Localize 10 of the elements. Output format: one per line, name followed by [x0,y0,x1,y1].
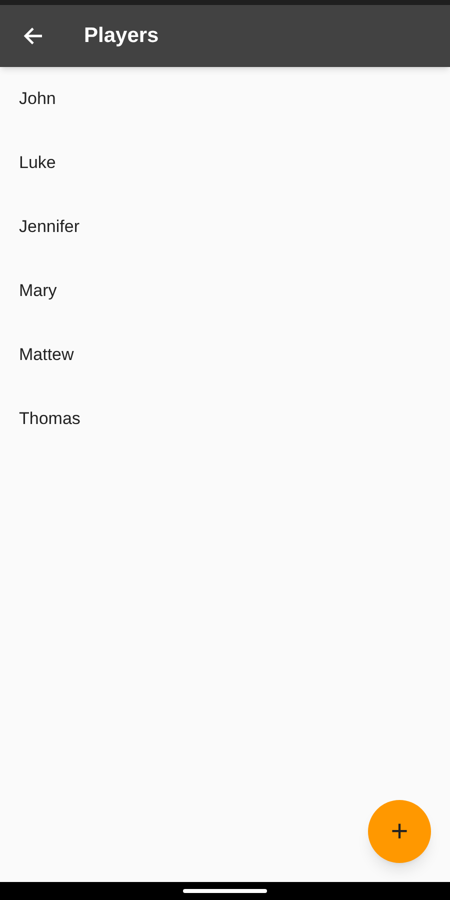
screen-title: Players [84,23,159,50]
player-name[interactable]: Mary [19,278,57,304]
player-name[interactable]: Mattew [19,342,74,368]
add-button[interactable]: + [368,800,431,863]
gesture-handle[interactable] [183,889,267,893]
player-name[interactable]: Thomas [19,406,80,432]
back-arrow-icon [23,27,43,45]
player-name[interactable]: Jennifer [19,214,80,240]
player-name[interactable]: Luke [19,150,56,176]
player-name[interactable]: John [19,86,56,112]
